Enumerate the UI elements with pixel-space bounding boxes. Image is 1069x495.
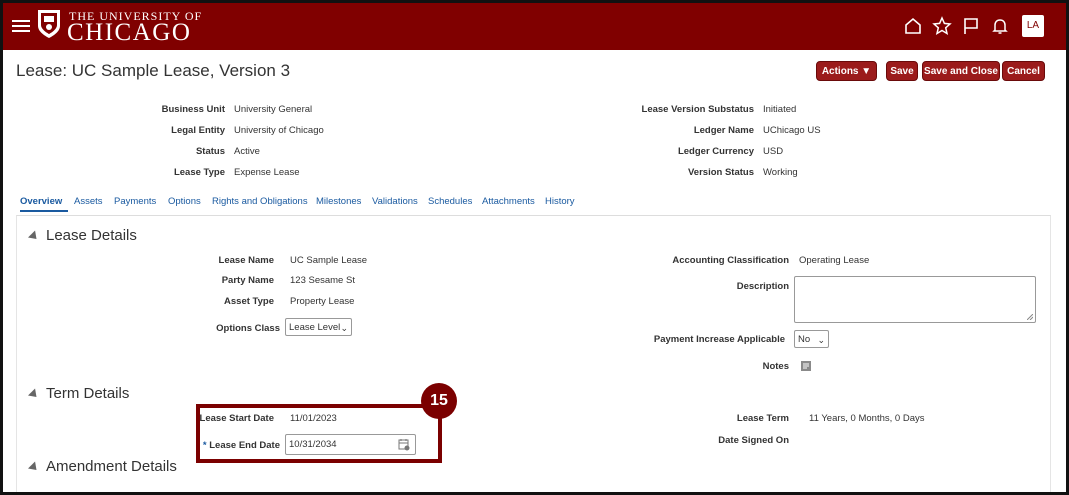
lease-details-section-header[interactable]: Lease Details	[27, 227, 137, 244]
tab-history[interactable]: History	[545, 196, 575, 207]
status-label: Status	[195, 146, 225, 157]
payment-increase-select[interactable]: No ⌄	[794, 330, 829, 348]
options-class-label: Options Class	[216, 323, 280, 334]
description-label: Description	[736, 281, 789, 292]
version-status-label: Version Status	[688, 167, 754, 178]
overview-panel	[16, 215, 1051, 492]
top-navigation-bar: THE UNIVERSITY OF CHICAGO LA	[3, 3, 1066, 50]
collapse-triangle-icon	[27, 461, 41, 474]
save-button[interactable]: Save	[886, 61, 918, 81]
lease-type-label: Lease Type	[173, 167, 225, 178]
lease-version-substatus-value: Initiated	[763, 104, 797, 115]
version-status-value: Working	[763, 167, 798, 178]
asset-type-label: Asset Type	[224, 296, 274, 307]
lease-name-label: Lease Name	[218, 255, 274, 266]
business-unit-label: Business Unit	[161, 104, 225, 115]
tab-schedules[interactable]: Schedules	[428, 196, 472, 207]
collapse-triangle-icon	[27, 230, 41, 243]
ledger-currency-label: Ledger Currency	[677, 146, 754, 157]
resize-handle-icon[interactable]	[1027, 314, 1033, 320]
options-class-select[interactable]: Lease Level ⌄	[285, 318, 352, 336]
university-name-large: CHICAGO	[67, 19, 192, 46]
save-and-close-button[interactable]: Save and Close	[922, 61, 1000, 81]
notes-icon[interactable]	[800, 360, 812, 372]
lease-name-value: UC Sample Lease	[290, 255, 368, 266]
chevron-down-icon: ⌄	[817, 335, 825, 345]
ledger-currency-value: USD	[763, 146, 784, 157]
party-name-value: 123 Sesame St	[290, 275, 355, 286]
term-details-section-header[interactable]: Term Details	[27, 385, 129, 402]
menu-icon[interactable]	[12, 17, 30, 35]
status-value: Active	[234, 146, 260, 157]
cancel-button[interactable]: Cancel	[1002, 61, 1045, 81]
callout-highlight-box	[196, 404, 442, 463]
favorites-star-icon[interactable]	[932, 16, 952, 36]
tab-validations[interactable]: Validations	[372, 196, 418, 207]
active-tab-indicator	[20, 210, 68, 212]
ledger-name-value: UChicago US	[763, 125, 821, 136]
date-signed-on-label: Date Signed On	[718, 435, 789, 446]
tab-options[interactable]: Options	[168, 196, 201, 207]
tab-assets[interactable]: Assets	[74, 196, 103, 207]
collapse-triangle-icon	[27, 388, 41, 401]
tab-milestones[interactable]: Milestones	[316, 196, 361, 207]
legal-entity-value: University of Chicago	[234, 125, 324, 136]
accounting-classification-label: Accounting Classification	[672, 255, 789, 266]
lease-type-value: Expense Lease	[234, 167, 300, 178]
asset-type-value: Property Lease	[290, 296, 355, 307]
lease-term-label: Lease Term	[736, 413, 789, 424]
user-avatar[interactable]: LA	[1022, 15, 1044, 37]
step-number-badge: 15	[421, 383, 457, 419]
page-title: Lease: UC Sample Lease, Version 3	[16, 61, 291, 80]
description-textarea[interactable]	[794, 276, 1036, 323]
party-name-label: Party Name	[221, 275, 274, 286]
flag-icon[interactable]	[961, 16, 981, 36]
actions-menu-button[interactable]: Actions ▼	[816, 61, 877, 81]
legal-entity-label: Legal Entity	[171, 125, 225, 136]
lease-version-substatus-label: Lease Version Substatus	[641, 104, 754, 115]
ledger-name-label: Ledger Name	[693, 125, 754, 136]
business-unit-value: University General	[234, 104, 313, 115]
chevron-down-icon: ⌄	[340, 323, 348, 333]
notifications-bell-icon[interactable]	[990, 16, 1010, 36]
university-crest-logo	[38, 10, 60, 38]
tab-payments[interactable]: Payments	[114, 196, 156, 207]
tab-rights-and-obligations[interactable]: Rights and Obligations	[212, 196, 308, 207]
tab-overview[interactable]: Overview	[20, 196, 62, 207]
notes-label: Notes	[762, 361, 789, 372]
window: THE UNIVERSITY OF CHICAGO LA Lease: UC S…	[0, 0, 1069, 495]
tab-attachments[interactable]: Attachments	[482, 196, 535, 207]
payment-increase-applicable-label: Payment Increase Applicable	[653, 334, 785, 345]
amendment-details-section-header[interactable]: Amendment Details	[27, 458, 177, 475]
accounting-classification-value: Operating Lease	[799, 255, 870, 266]
lease-term-value: 11 Years, 0 Months, 0 Days	[809, 413, 925, 424]
home-icon[interactable]	[903, 16, 923, 36]
